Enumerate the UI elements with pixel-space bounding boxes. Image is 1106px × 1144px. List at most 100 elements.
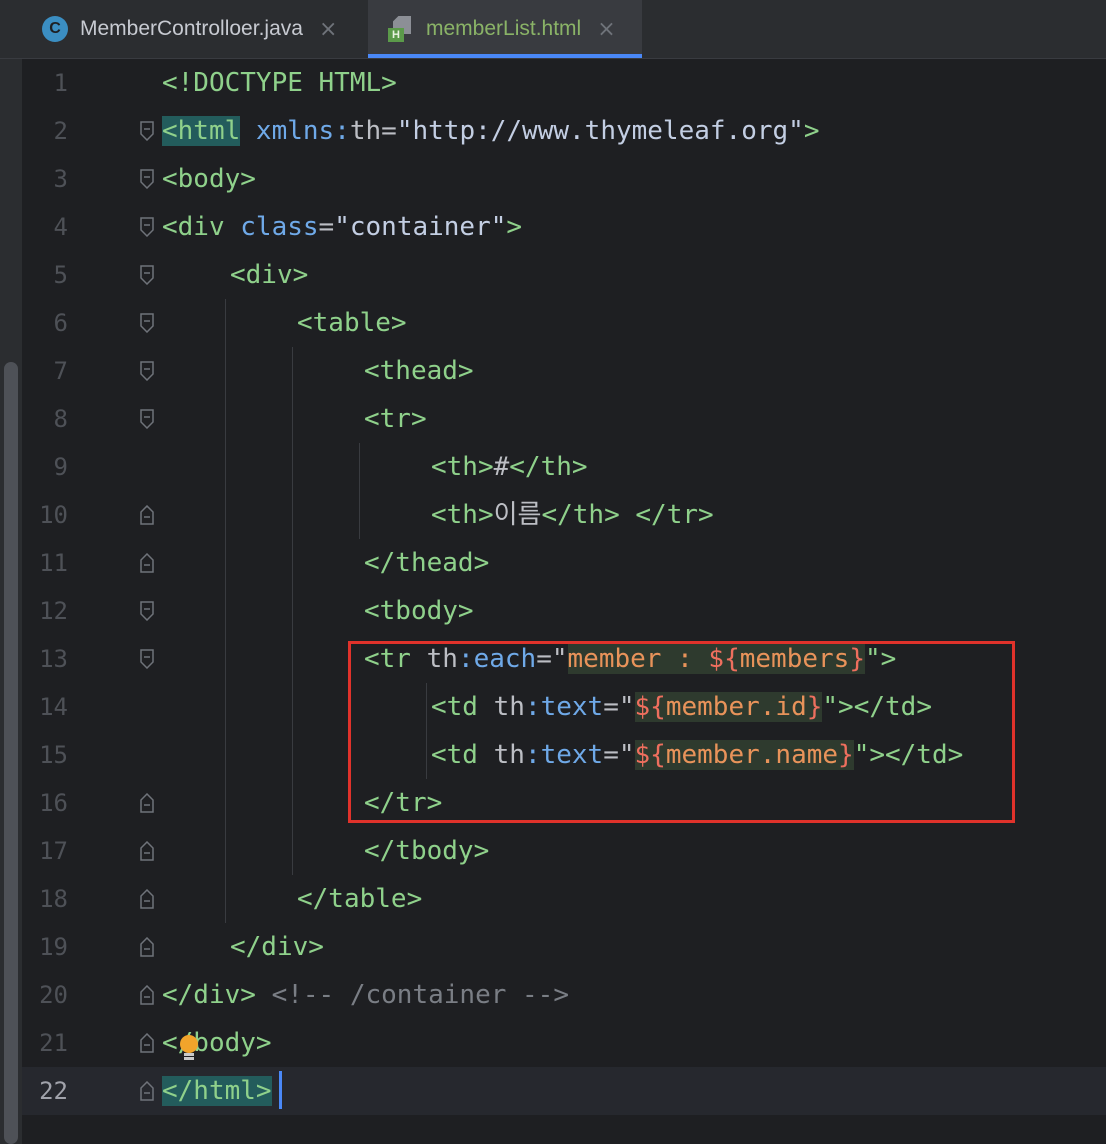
close-icon[interactable]: × — [597, 17, 615, 42]
fold-end-icon[interactable] — [139, 553, 155, 573]
fold-icon[interactable] — [139, 169, 155, 189]
line-number: 6 — [53, 309, 68, 337]
code-line[interactable]: 12 <tbody> — [22, 587, 1106, 635]
line-number: 11 — [39, 549, 68, 577]
fold-icon[interactable] — [139, 217, 155, 237]
fold-icon[interactable] — [139, 649, 155, 669]
vertical-scrollbar[interactable] — [4, 362, 18, 1144]
code-comment: <!-- /container --> — [255, 980, 569, 1010]
code-line[interactable]: 18 </table> — [22, 875, 1106, 923]
code-line[interactable]: 9 <th>#</th> — [22, 443, 1106, 491]
code-token: </th> — [509, 452, 588, 482]
fold-end-icon[interactable] — [139, 937, 155, 957]
code-line[interactable]: 11 </thead> — [22, 539, 1106, 587]
tab-member-list[interactable]: H memberList.html × — [368, 0, 642, 58]
code-token: <th> — [431, 452, 494, 482]
code-line[interactable]: 20 </div> <!-- /container --> — [22, 971, 1106, 1019]
code-token: "http://www.thymeleaf.org" — [396, 116, 804, 146]
code-line[interactable]: 1 <!DOCTYPE HTML> — [22, 59, 1106, 107]
line-number: 16 — [39, 789, 68, 817]
line-number: 19 — [39, 933, 68, 961]
fold-icon[interactable] — [139, 601, 155, 621]
line-number: 22 — [39, 1077, 68, 1105]
line-number: 4 — [53, 213, 68, 241]
code-token: <div — [162, 212, 225, 242]
code-token: <html — [162, 116, 241, 146]
line-number: 8 — [53, 405, 68, 433]
code-line[interactable]: 3 <body> — [22, 155, 1106, 203]
left-tool-strip — [0, 0, 22, 1144]
code-token: <tbody> — [364, 596, 474, 626]
code-token: <div> — [230, 260, 309, 290]
code-editor[interactable]: 1 <!DOCTYPE HTML> 2 <html xmlns:th="http… — [22, 59, 1106, 1144]
line-number: 9 — [53, 453, 68, 481]
code-token: </th> — [541, 500, 620, 530]
html-file-icon: H — [388, 16, 414, 42]
line-number: 2 — [53, 117, 68, 145]
line-number: 13 — [39, 645, 68, 673]
line-number: 10 — [39, 501, 68, 529]
highlight-annotation-box — [348, 641, 1015, 823]
line-number: 21 — [39, 1029, 68, 1057]
code-token: </html> — [162, 1076, 272, 1106]
code-line[interactable]: 6 <table> — [22, 299, 1106, 347]
code-line[interactable]: 7 <thead> — [22, 347, 1106, 395]
line-number: 1 — [53, 69, 68, 97]
fold-icon[interactable] — [139, 121, 155, 141]
code-line[interactable]: 5 <div> — [22, 251, 1106, 299]
code-token: 이름 — [493, 500, 542, 530]
line-number: 18 — [39, 885, 68, 913]
code-token: </tbody> — [364, 836, 490, 866]
fold-icon[interactable] — [139, 265, 155, 285]
code-token: </thead> — [364, 548, 490, 578]
tab-member-controller[interactable]: C MemberControlloer.java × — [42, 0, 337, 58]
code-token: th — [349, 116, 382, 146]
fold-end-icon[interactable] — [139, 1081, 155, 1101]
code-token: class — [224, 212, 319, 242]
line-number: 7 — [53, 357, 68, 385]
close-icon[interactable]: × — [319, 17, 337, 42]
code-token: <!DOCTYPE HTML> — [162, 68, 397, 98]
fold-end-icon[interactable] — [139, 889, 155, 909]
line-number: 20 — [39, 981, 68, 1009]
editor-tab-bar: C MemberControlloer.java × H memberList.… — [0, 0, 1106, 59]
fold-end-icon[interactable] — [139, 841, 155, 861]
code-token: xmlns: — [240, 116, 350, 146]
fold-icon[interactable] — [139, 409, 155, 429]
code-token: > — [803, 116, 820, 146]
code-token: = — [381, 116, 397, 146]
code-line[interactable]: 10 <th>이름</th> </tr> — [22, 491, 1106, 539]
code-token: > — [506, 212, 523, 242]
code-line[interactable]: 19 </div> — [22, 923, 1106, 971]
code-line-current[interactable]: 22 </html> — [22, 1067, 1106, 1115]
code-line[interactable]: 8 <tr> — [22, 395, 1106, 443]
lightbulb-icon[interactable] — [178, 1034, 200, 1064]
code-token: # — [493, 452, 510, 482]
text-caret — [279, 1071, 282, 1109]
fold-icon[interactable] — [139, 313, 155, 333]
tab-label: memberList.html — [426, 17, 582, 40]
code-token: <tr> — [364, 404, 427, 434]
fold-end-icon[interactable] — [139, 985, 155, 1005]
code-token: <th> — [431, 500, 494, 530]
line-number: 14 — [39, 693, 68, 721]
code-token: </tr> — [619, 500, 714, 530]
code-token: = — [318, 212, 335, 242]
fold-end-icon[interactable] — [139, 505, 155, 525]
code-token: <table> — [297, 308, 407, 338]
code-line[interactable]: 2 <html xmlns:th="http://www.thymeleaf.o… — [22, 107, 1106, 155]
line-number: 17 — [39, 837, 68, 865]
line-number: 12 — [39, 597, 68, 625]
java-class-icon: C — [42, 16, 68, 42]
code-token: <thead> — [364, 356, 474, 386]
code-token: "container" — [334, 212, 507, 242]
code-token: </div> — [230, 932, 324, 962]
fold-icon[interactable] — [139, 361, 155, 381]
code-line[interactable]: 4 <div class="container"> — [22, 203, 1106, 251]
code-token: <body> — [162, 164, 256, 194]
fold-end-icon[interactable] — [139, 793, 155, 813]
line-number: 5 — [53, 261, 68, 289]
fold-end-icon[interactable] — [139, 1033, 155, 1053]
code-line[interactable]: 17 </tbody> — [22, 827, 1106, 875]
code-token: </table> — [297, 884, 423, 914]
